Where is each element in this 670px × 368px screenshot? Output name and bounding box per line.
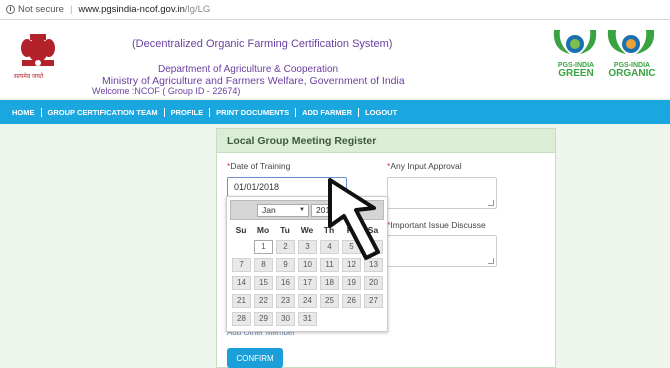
weekday-header: Su	[235, 225, 247, 235]
calendar-day[interactable]: 17	[298, 276, 317, 290]
department-name: Department of Agriculture & Cooperation	[158, 64, 339, 75]
panel-title: Local Group Meeting Register	[217, 129, 555, 153]
calendar-day[interactable]: 3	[298, 240, 317, 254]
date-of-training-label: *Date of Training	[227, 161, 290, 171]
nav-add-farmer[interactable]: ADD FARMER	[296, 107, 360, 117]
calendar-day[interactable]: 28	[232, 312, 251, 326]
chevron-down-icon: ▼	[299, 207, 305, 213]
calendar-day[interactable]: 20	[364, 276, 383, 290]
month-select[interactable]: Jan ▼	[257, 204, 309, 217]
address-separator: |	[69, 4, 73, 15]
calendar-day[interactable]: 30	[276, 312, 295, 326]
url-path: /lg/LG	[184, 4, 211, 15]
important-issue-label: *Important Issue Discusse	[387, 220, 486, 230]
calendar-day[interactable]: 23	[276, 294, 295, 308]
calendar-day[interactable]: 21	[232, 294, 251, 308]
address-bar[interactable]: i Not secure | www.pgsindia-ncof.gov.in /…	[0, 0, 670, 20]
calendar-day[interactable]: 10	[298, 258, 317, 272]
nav-logout[interactable]: LOGOUT	[359, 108, 403, 117]
calendar-day[interactable]: 31	[298, 312, 317, 326]
input-approval-text: Any Input Approval	[390, 161, 462, 171]
calendar-day[interactable]: 14	[232, 276, 251, 290]
calendar-day[interactable]: 27	[364, 294, 383, 308]
confirm-button[interactable]: CONFIRM	[227, 348, 283, 368]
input-approval-label: *Any Input Approval	[387, 161, 462, 171]
input-approval-textarea[interactable]	[387, 177, 497, 209]
calendar-day[interactable]: 26	[342, 294, 361, 308]
site-header: सत्यमेव जयते (Decentralized Organic Farm…	[0, 20, 670, 98]
national-emblem-icon	[21, 34, 55, 66]
weekday-header: Tu	[280, 225, 290, 235]
mouse-pointer-icon	[328, 178, 380, 260]
nav-group-certification-team[interactable]: GROUP CERTIFICATION TEAM	[42, 107, 165, 117]
nav-home[interactable]: HOME	[12, 107, 42, 117]
nav-print-documents[interactable]: PRINT DOCUMENTS	[210, 107, 297, 117]
calendar-day[interactable]: 1	[254, 240, 273, 254]
calendar-day[interactable]: 19	[342, 276, 361, 290]
month-value: Jan	[262, 205, 276, 215]
calendar-day[interactable]: 25	[320, 294, 339, 308]
calendar-day[interactable]: 2	[276, 240, 295, 254]
logo-green-line2: GREEN	[558, 68, 594, 79]
calendar-day[interactable]: 29	[254, 312, 273, 326]
important-issue-text: Important Issue Discusse	[390, 220, 486, 230]
nav-profile[interactable]: PROFILE	[165, 107, 211, 117]
calendar-day[interactable]: 18	[320, 276, 339, 290]
weekday-header: Mo	[256, 225, 270, 235]
emblem-motto: सत्यमेव जयते	[14, 74, 44, 80]
logo-organic-line2: ORGANIC	[608, 68, 656, 79]
important-issue-textarea[interactable]	[387, 235, 497, 267]
site-subtitle: (Decentralized Organic Farming Certifica…	[132, 38, 393, 50]
calendar-day[interactable]: 9	[276, 258, 295, 272]
calendar-day[interactable]: 7	[232, 258, 251, 272]
url-host: www.pgsindia-ncof.gov.in	[78, 4, 185, 15]
security-label: Not secure	[18, 4, 64, 15]
weekday-header: We	[300, 225, 314, 235]
calendar-day[interactable]: 8	[254, 258, 273, 272]
calendar-day[interactable]: 16	[276, 276, 295, 290]
info-icon[interactable]: i	[6, 5, 15, 14]
welcome-text: Welcome :NCOF ( Group ID - 22674)	[92, 86, 241, 96]
main-nav: HOME GROUP CERTIFICATION TEAM PROFILE PR…	[0, 100, 670, 124]
calendar-day[interactable]: 24	[298, 294, 317, 308]
calendar-day[interactable]: 15	[254, 276, 273, 290]
date-of-training-text: Date of Training	[230, 161, 291, 171]
calendar-day[interactable]: 22	[254, 294, 273, 308]
